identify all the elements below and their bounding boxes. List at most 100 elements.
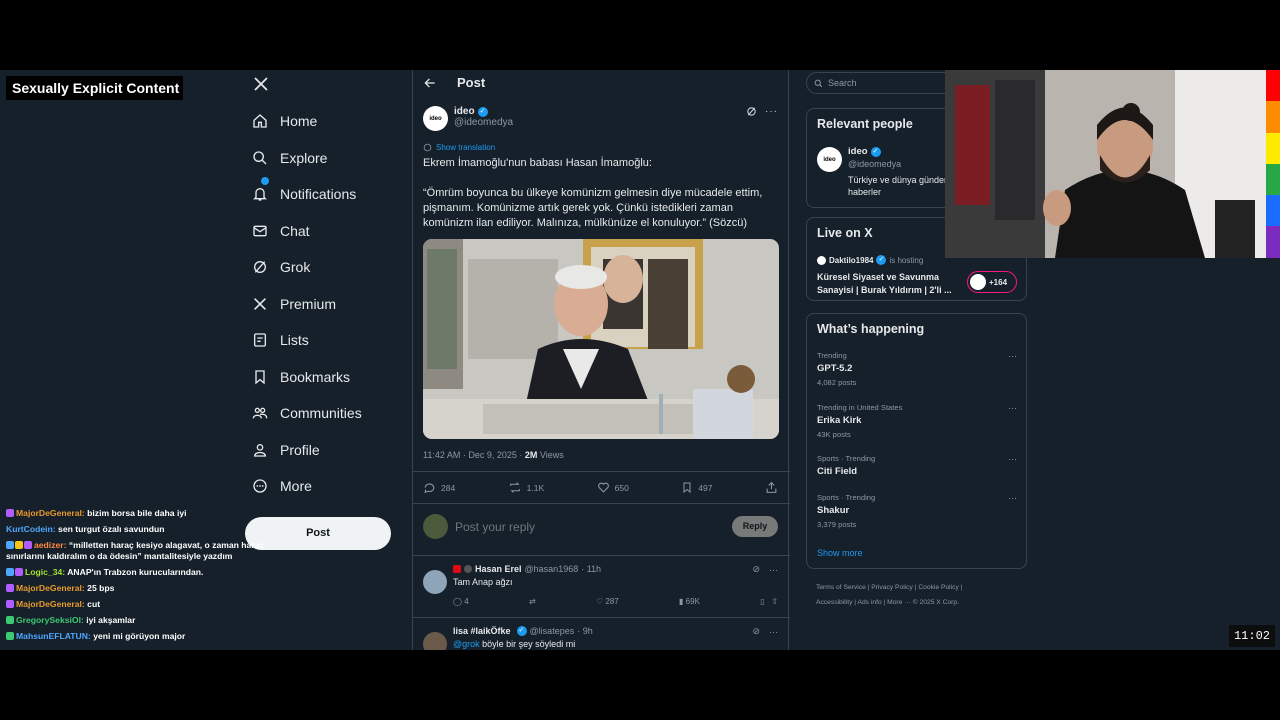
- more-circle-icon: [253, 479, 267, 493]
- reply-action[interactable]: 284: [423, 481, 455, 494]
- avatar[interactable]: [423, 514, 448, 539]
- more-options-icon[interactable]: ···: [1008, 454, 1017, 464]
- rainbow-band: [1266, 70, 1280, 102]
- more-options-icon[interactable]: ···: [769, 627, 778, 637]
- host-avatar: [817, 255, 826, 265]
- relevant-handle[interactable]: @ideomedya: [848, 159, 901, 169]
- nav-chat[interactable]: Chat: [252, 223, 310, 239]
- footer-line[interactable]: Terms of Service | Privacy Policy | Cook…: [816, 580, 1016, 595]
- reply-time: · 11h: [581, 564, 602, 574]
- verified-badge-icon: [477, 106, 488, 117]
- live-listeners[interactable]: +164: [967, 271, 1017, 293]
- author-handle[interactable]: @ideomedya: [454, 117, 513, 128]
- nav-explore[interactable]: Explore: [252, 150, 327, 166]
- post-image[interactable]: [423, 239, 779, 439]
- more-options-icon[interactable]: ···: [1008, 403, 1017, 413]
- repost-count: 1.1K: [526, 482, 545, 493]
- show-translation-link[interactable]: Show translation: [423, 143, 495, 152]
- divider: [413, 555, 790, 556]
- nav-home[interactable]: Home: [252, 113, 317, 129]
- avatar[interactable]: [423, 632, 447, 650]
- live-host[interactable]: Daktilo1984 is hosting: [817, 255, 923, 265]
- more-options-icon[interactable]: ···: [769, 565, 778, 575]
- content-warning-label: Sexually Explicit Content: [6, 76, 183, 100]
- topic-line: Küresel Siyaset ve Savunma: [817, 272, 940, 282]
- chat-username: Logic_34:: [25, 567, 66, 577]
- card-title: Live on X: [817, 226, 873, 240]
- post-timestamp[interactable]: 11:42 AM · Dec 9, 2025 · 2M Views: [423, 450, 564, 460]
- mention-link[interactable]: @grok: [453, 639, 480, 649]
- turkey-flag-icon: [453, 565, 461, 573]
- nav-grok[interactable]: Grok: [252, 259, 310, 275]
- bookmark-icon[interactable]: ▯: [760, 597, 764, 606]
- post-text-line: Ekrem İmamoğlu'nun babası Hasan İmamoğlu…: [423, 157, 652, 169]
- reply-top-actions: ⊘ ···: [752, 626, 778, 637]
- like-action[interactable]: 650: [597, 481, 629, 494]
- grok-icon[interactable]: ⊘: [752, 564, 760, 575]
- reply-header: Hasan Erel @hasan1968 · 11h: [453, 564, 601, 574]
- avatar[interactable]: ideo: [817, 147, 842, 172]
- bio-line: Türkiye ve dünya gündemi: [848, 175, 954, 185]
- repost-icon[interactable]: ⇄: [529, 597, 536, 606]
- nav-communities[interactable]: Communities: [252, 405, 362, 421]
- people-icon: [252, 407, 268, 419]
- grok-icon: [254, 261, 266, 273]
- like-count: 650: [614, 482, 629, 493]
- back-arrow-icon[interactable]: [423, 76, 437, 90]
- views-action[interactable]: ▮ 69K: [679, 597, 700, 606]
- more-options-icon[interactable]: ···: [1008, 493, 1017, 503]
- reply-header: lisa #laikÖfke @lisatepes · 9h: [453, 626, 593, 636]
- nav-label: More: [280, 478, 312, 494]
- reply-actions: ◯ 4 ⇄ ♡ 287 ▮ 69K ▯ ⇧: [453, 597, 778, 606]
- post-button[interactable]: Post: [245, 517, 391, 550]
- comment-icon: [424, 483, 435, 494]
- trend-item[interactable]: Trending in United States Erika Kirk 43K…: [817, 403, 1017, 439]
- badge-icon: [6, 541, 14, 549]
- x-logo-icon[interactable]: [253, 76, 269, 92]
- more-options-icon[interactable]: ···: [765, 106, 778, 117]
- trend-item[interactable]: Trending GPT-5.2 4,082 posts ···: [817, 351, 1017, 387]
- whats-happening-card: What’s happening Trending GPT-5.2 4,082 …: [806, 313, 1027, 569]
- reply-author-handle[interactable]: @hasan1968: [525, 564, 579, 574]
- reply-author-name[interactable]: lisa #laikÖfke: [453, 626, 511, 636]
- trend-item[interactable]: Sports · Trending Citi Field ···: [817, 454, 1017, 477]
- reply-author-handle[interactable]: @lisatepes: [530, 626, 575, 636]
- reply-count: 4: [464, 597, 469, 606]
- grok-icon[interactable]: [746, 106, 757, 117]
- browser-viewport: Sexually Explicit Content Home Explore N…: [0, 70, 1280, 650]
- more-options-icon[interactable]: ···: [1008, 351, 1017, 361]
- like-action[interactable]: ♡ 287: [596, 597, 619, 606]
- grok-icon[interactable]: ⊘: [752, 626, 760, 637]
- live-topic[interactable]: Küresel Siyaset ve Savunma Sanayisi | Bu…: [817, 271, 962, 297]
- nav-premium[interactable]: Premium: [252, 296, 336, 312]
- reply-input[interactable]: Post your reply: [455, 520, 732, 534]
- share-icon[interactable]: [765, 481, 778, 494]
- chat-username: MahsunEFLATUN:: [16, 631, 91, 641]
- reply-button[interactable]: Reply: [732, 516, 778, 537]
- nav-notifications[interactable]: Notifications: [252, 177, 356, 202]
- share-icon[interactable]: ⇧: [771, 597, 778, 606]
- trend-item[interactable]: Sports · Trending Shakur 3,379 posts ···: [817, 493, 1017, 529]
- relevant-name-row[interactable]: ideo: [848, 146, 881, 157]
- nav-bookmarks[interactable]: Bookmarks: [252, 369, 350, 385]
- divider: [413, 471, 790, 472]
- nav-profile[interactable]: Profile: [252, 442, 320, 458]
- author-name-row[interactable]: ideo: [454, 106, 513, 117]
- avatar[interactable]: [423, 570, 447, 594]
- timestamp-text: 11:42 AM · Dec 9, 2025 ·: [423, 450, 525, 460]
- reply-action[interactable]: ◯ 4: [453, 597, 469, 606]
- show-more-link[interactable]: Show more: [817, 548, 863, 558]
- translation-label: Show translation: [436, 143, 496, 152]
- footer-line[interactable]: Accessibility | Ads info | More ··· © 20…: [816, 595, 1016, 610]
- bookmark-count: 497: [698, 482, 713, 493]
- repost-action[interactable]: 1.1K: [508, 481, 545, 494]
- circle-icon: [464, 565, 472, 573]
- rainbow-band: [1266, 132, 1280, 164]
- reply-time: · 9h: [577, 626, 593, 636]
- bookmark-action[interactable]: 497: [681, 481, 713, 494]
- nav-more[interactable]: More: [252, 478, 312, 494]
- avatar[interactable]: ideo: [423, 106, 448, 131]
- listener-avatar: [970, 274, 986, 290]
- reply-author-name[interactable]: Hasan Erel: [475, 564, 522, 574]
- nav-lists[interactable]: Lists: [252, 332, 309, 348]
